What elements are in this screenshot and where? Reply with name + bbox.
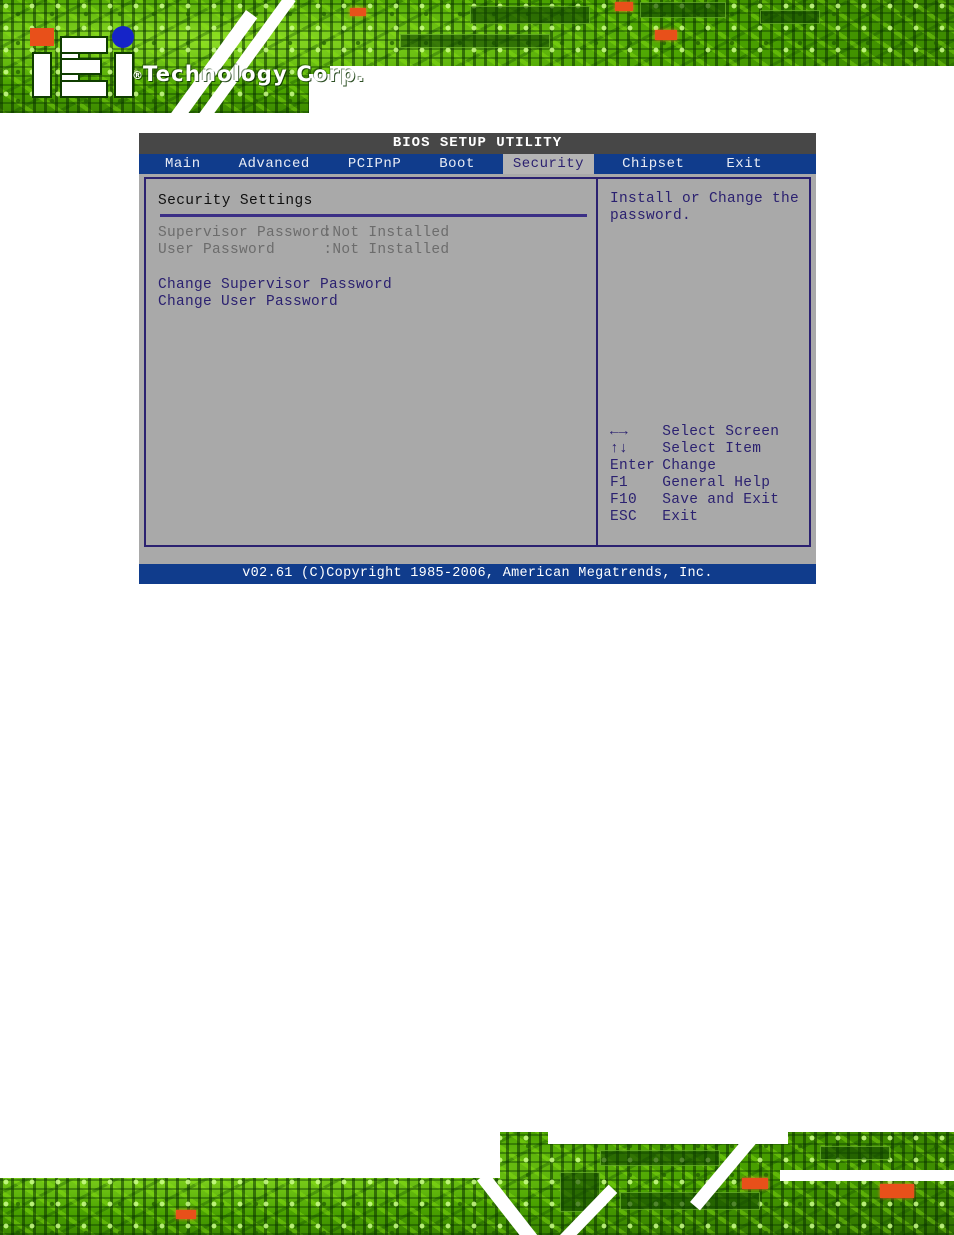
- banner-white-area: [309, 74, 954, 113]
- list-item: F10 Save and Exit: [610, 492, 805, 509]
- bottom-banner-graphic: [0, 1132, 954, 1235]
- tab-advanced[interactable]: Advanced: [229, 154, 320, 174]
- left-right-arrow-icon: ←→: [610, 424, 629, 440]
- pcb-component: [615, 2, 633, 11]
- logo-letter-e: [60, 36, 108, 54]
- bios-footer-copyright: v02.61 (C)Copyright 1985-2006, American …: [139, 564, 816, 584]
- logo-letter-i2: [114, 52, 134, 98]
- banner-white-area: [0, 1132, 500, 1178]
- banner-swoosh-strip: [780, 1170, 954, 1181]
- bios-menu-bar: Main Advanced PCIPnP Boot Security Chips…: [139, 154, 816, 174]
- list-item: F1 General Help: [610, 475, 805, 492]
- table-row: Supervisor Password :Not Installed: [158, 225, 596, 242]
- user-password-label: User Password: [158, 242, 276, 258]
- company-name-label: Technology Corp.: [143, 62, 366, 86]
- help-text-line-1: Install or Change the: [610, 191, 800, 207]
- supervisor-password-value: :Not Installed: [323, 225, 450, 241]
- pcb-chip: [400, 34, 550, 48]
- list-item: Enter Change: [610, 458, 805, 475]
- key-legend-label: Change: [662, 458, 717, 474]
- section-title: Security Settings: [158, 193, 313, 209]
- help-panel: Install or Change the password. ←→ Selec…: [598, 179, 809, 545]
- up-down-arrow-icon: ↑↓: [610, 441, 629, 457]
- pcb-component: [655, 30, 677, 40]
- supervisor-password-label: Supervisor Password: [158, 225, 330, 241]
- pcb-component: [742, 1178, 768, 1189]
- key-legend-label: Select Item: [662, 441, 762, 457]
- iei-logo: ®Technology Corp.: [26, 26, 364, 98]
- change-user-password-item[interactable]: Change User Password: [158, 294, 596, 311]
- table-row: User Password :Not Installed: [158, 242, 596, 259]
- enter-key-label: Enter: [610, 458, 656, 474]
- tab-main[interactable]: Main: [155, 154, 211, 174]
- settings-panel: Security Settings Supervisor Password :N…: [146, 179, 598, 545]
- key-legend-label: General Help: [662, 475, 771, 491]
- key-legend-label: Save and Exit: [662, 492, 780, 508]
- f10-key-label: F10: [610, 492, 638, 508]
- pcb-chip: [600, 1150, 720, 1166]
- pcb-component: [176, 1210, 196, 1219]
- bios-title-bar: BIOS SETUP UTILITY: [139, 133, 816, 154]
- tab-security[interactable]: Security: [502, 154, 595, 174]
- pcb-chip: [820, 1146, 890, 1160]
- logo-letter-i: [32, 52, 52, 98]
- company-name-text: ®Technology Corp.: [132, 62, 366, 86]
- key-legend: ←→ Select Screen ↑↓ Select Item Enter Ch…: [610, 424, 805, 526]
- help-text-line-2: password.: [610, 208, 692, 224]
- pcb-chip: [640, 2, 726, 18]
- logo-letter-e: [60, 80, 108, 98]
- list-item: ←→ Select Screen: [610, 424, 805, 441]
- tab-exit[interactable]: Exit: [716, 154, 772, 174]
- logo-letter-e: [60, 58, 102, 75]
- key-legend-label: Exit: [662, 509, 699, 525]
- list-item: ESC Exit: [610, 509, 805, 526]
- pcb-chip: [760, 10, 820, 24]
- key-legend-label: Select Screen: [662, 424, 780, 440]
- tab-chipset[interactable]: Chipset: [612, 154, 694, 174]
- tab-pcipnp[interactable]: PCIPnP: [338, 154, 411, 174]
- top-banner-graphic: ®Technology Corp.: [0, 0, 954, 113]
- registered-trademark-icon: ®: [132, 69, 143, 82]
- f1-key-label: F1: [610, 475, 629, 491]
- section-divider: [160, 214, 587, 217]
- tab-boot[interactable]: Boot: [429, 154, 485, 174]
- list-item: ↑↓ Select Item: [610, 441, 805, 458]
- user-password-value: :Not Installed: [323, 242, 450, 258]
- esc-key-label: ESC: [610, 509, 638, 525]
- change-supervisor-password-item[interactable]: Change Supervisor Password: [158, 277, 596, 294]
- pcb-chip: [470, 6, 590, 24]
- pcb-component: [350, 8, 366, 16]
- bios-setup-window: BIOS SETUP UTILITY Main Advanced PCIPnP …: [139, 133, 816, 584]
- logo-mark-square: [30, 28, 54, 46]
- logo-blue-dot: [112, 26, 134, 48]
- pcb-component: [880, 1184, 914, 1198]
- bios-content-frame: Security Settings Supervisor Password :N…: [139, 174, 816, 547]
